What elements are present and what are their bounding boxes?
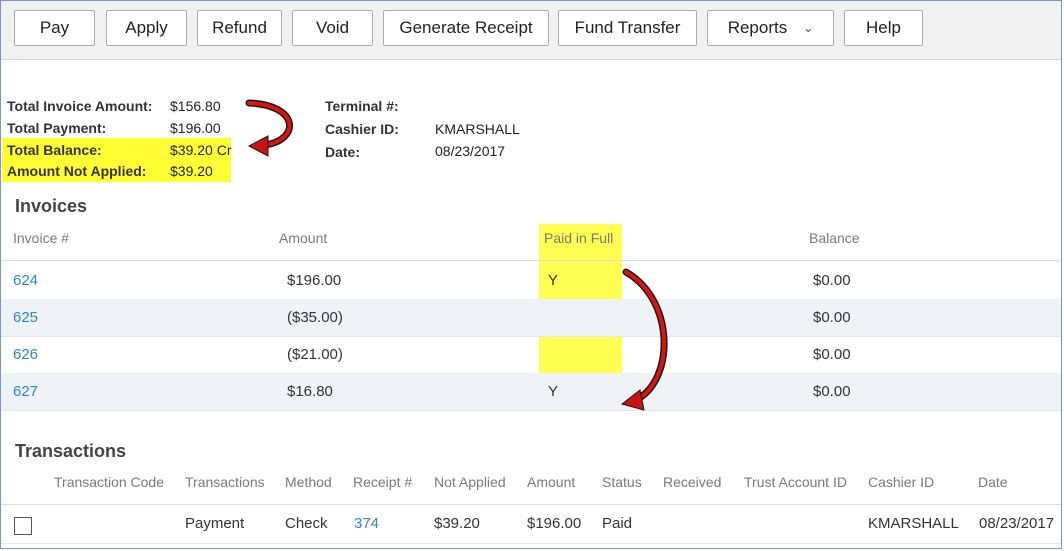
- col-method[interactable]: Method: [285, 474, 332, 490]
- col-date[interactable]: Date: [978, 474, 1008, 490]
- invoice-balance: $0.00: [813, 272, 851, 289]
- col-transaction-code[interactable]: Transaction Code: [54, 474, 164, 490]
- invoice-link[interactable]: 627: [13, 383, 38, 400]
- total-payment-label: Total Payment:: [7, 120, 107, 136]
- help-button[interactable]: Help: [844, 10, 923, 46]
- invoice-amount: $196.00: [287, 272, 342, 289]
- transaction-amount: $196.00: [527, 515, 582, 532]
- pay-button[interactable]: Pay: [14, 10, 95, 46]
- transactions-header: Transaction Code Transactions Method Rec…: [1, 464, 1061, 505]
- col-cashier-id[interactable]: Cashier ID: [868, 474, 934, 490]
- invoice-link[interactable]: 624: [13, 272, 38, 289]
- col-not-applied[interactable]: Not Applied: [434, 474, 506, 490]
- transaction-cashier-id: KMARSHALL: [868, 515, 959, 532]
- apply-button[interactable]: Apply: [106, 10, 187, 46]
- col-paid-in-full[interactable]: Paid in Full: [544, 230, 613, 246]
- fund-transfer-button[interactable]: Fund Transfer: [558, 10, 697, 46]
- invoice-link[interactable]: 625: [13, 309, 38, 326]
- amount-not-applied-label: Amount Not Applied:: [7, 163, 147, 179]
- invoice-amount: $16.80: [287, 383, 333, 400]
- col-receipt-number[interactable]: Receipt #: [353, 474, 412, 490]
- total-balance-value: $39.20 Cr: [170, 142, 232, 158]
- pay-button-label: Pay: [39, 18, 70, 37]
- terminal-label: Terminal #:: [325, 98, 399, 114]
- reports-button-label: Reports: [727, 18, 788, 37]
- transaction-type: Payment: [185, 515, 245, 532]
- refund-button[interactable]: Refund: [197, 10, 282, 46]
- invoices-title: Invoices: [15, 196, 88, 216]
- invoice-link[interactable]: 626: [13, 346, 38, 363]
- fund-transfer-button-label: Fund Transfer: [574, 18, 681, 37]
- invoice-amount: ($35.00): [287, 309, 343, 326]
- generate-receipt-button-label: Generate Receipt: [399, 18, 533, 37]
- cashier-id-value: KMARSHALL: [435, 121, 520, 137]
- col-amount[interactable]: Amount: [527, 474, 575, 490]
- total-invoice-value: $156.80: [170, 98, 221, 114]
- reports-dropdown-button[interactable]: Reports ⌄: [707, 10, 834, 46]
- apply-button-label: Apply: [125, 18, 168, 37]
- total-payment-value: $196.00: [170, 120, 221, 136]
- total-balance-label: Total Balance:: [7, 142, 102, 158]
- invoice-row: 626 ($21.00) $0.00: [1, 336, 1061, 374]
- invoice-row: 627 $16.80 Y $0.00: [1, 373, 1061, 411]
- cashier-id-label: Cashier ID:: [325, 121, 399, 137]
- invoice-paid-in-full: Y: [548, 272, 559, 289]
- col-invoice-number[interactable]: Invoice #: [13, 230, 69, 246]
- invoice-amount: ($21.00): [287, 346, 343, 363]
- invoice-paid-in-full: Y: [548, 383, 559, 400]
- transaction-date: 08/23/2017: [979, 515, 1055, 532]
- void-button-label: Void: [315, 18, 350, 37]
- total-invoice-label: Total Invoice Amount:: [7, 98, 153, 114]
- refund-button-label: Refund: [212, 18, 267, 37]
- invoice-balance: $0.00: [813, 309, 851, 326]
- col-trust-account-id[interactable]: Trust Account ID: [744, 474, 847, 490]
- chevron-down-icon: ⌄: [803, 21, 814, 35]
- invoices-header: Invoice # Amount Paid in Full Balance: [1, 220, 1061, 261]
- transaction-method: Check: [285, 515, 328, 532]
- help-button-label: Help: [866, 18, 901, 37]
- date-label: Date:: [325, 144, 361, 160]
- col-amount[interactable]: Amount: [279, 230, 327, 246]
- col-transactions[interactable]: Transactions: [185, 474, 265, 490]
- col-received[interactable]: Received: [663, 474, 721, 490]
- transaction-status: Paid: [602, 515, 633, 532]
- date-value: 08/23/2017: [435, 143, 506, 159]
- transactions-title: Transactions: [15, 441, 127, 461]
- toolbar: Pay Apply Refund Void Generate Receipt F…: [1, 1, 1061, 60]
- generate-receipt-button[interactable]: Generate Receipt: [383, 10, 549, 46]
- invoice-balance: $0.00: [813, 346, 851, 363]
- invoice-balance: $0.00: [813, 383, 851, 400]
- receipt-link[interactable]: 374: [354, 515, 379, 532]
- invoice-row: 625 ($35.00) $0.00: [1, 299, 1061, 337]
- void-button[interactable]: Void: [292, 10, 373, 46]
- col-balance[interactable]: Balance: [809, 230, 860, 246]
- invoice-row: 624 $196.00 Y $0.00: [1, 262, 1061, 300]
- checkbox-icon[interactable]: [14, 517, 32, 535]
- amount-not-applied-value: $39.20: [170, 163, 213, 179]
- transaction-row: Payment Check 374 $39.20 $196.00 Paid KM…: [1, 505, 1061, 544]
- col-status[interactable]: Status: [602, 474, 642, 490]
- transaction-not-applied: $39.20: [434, 515, 480, 532]
